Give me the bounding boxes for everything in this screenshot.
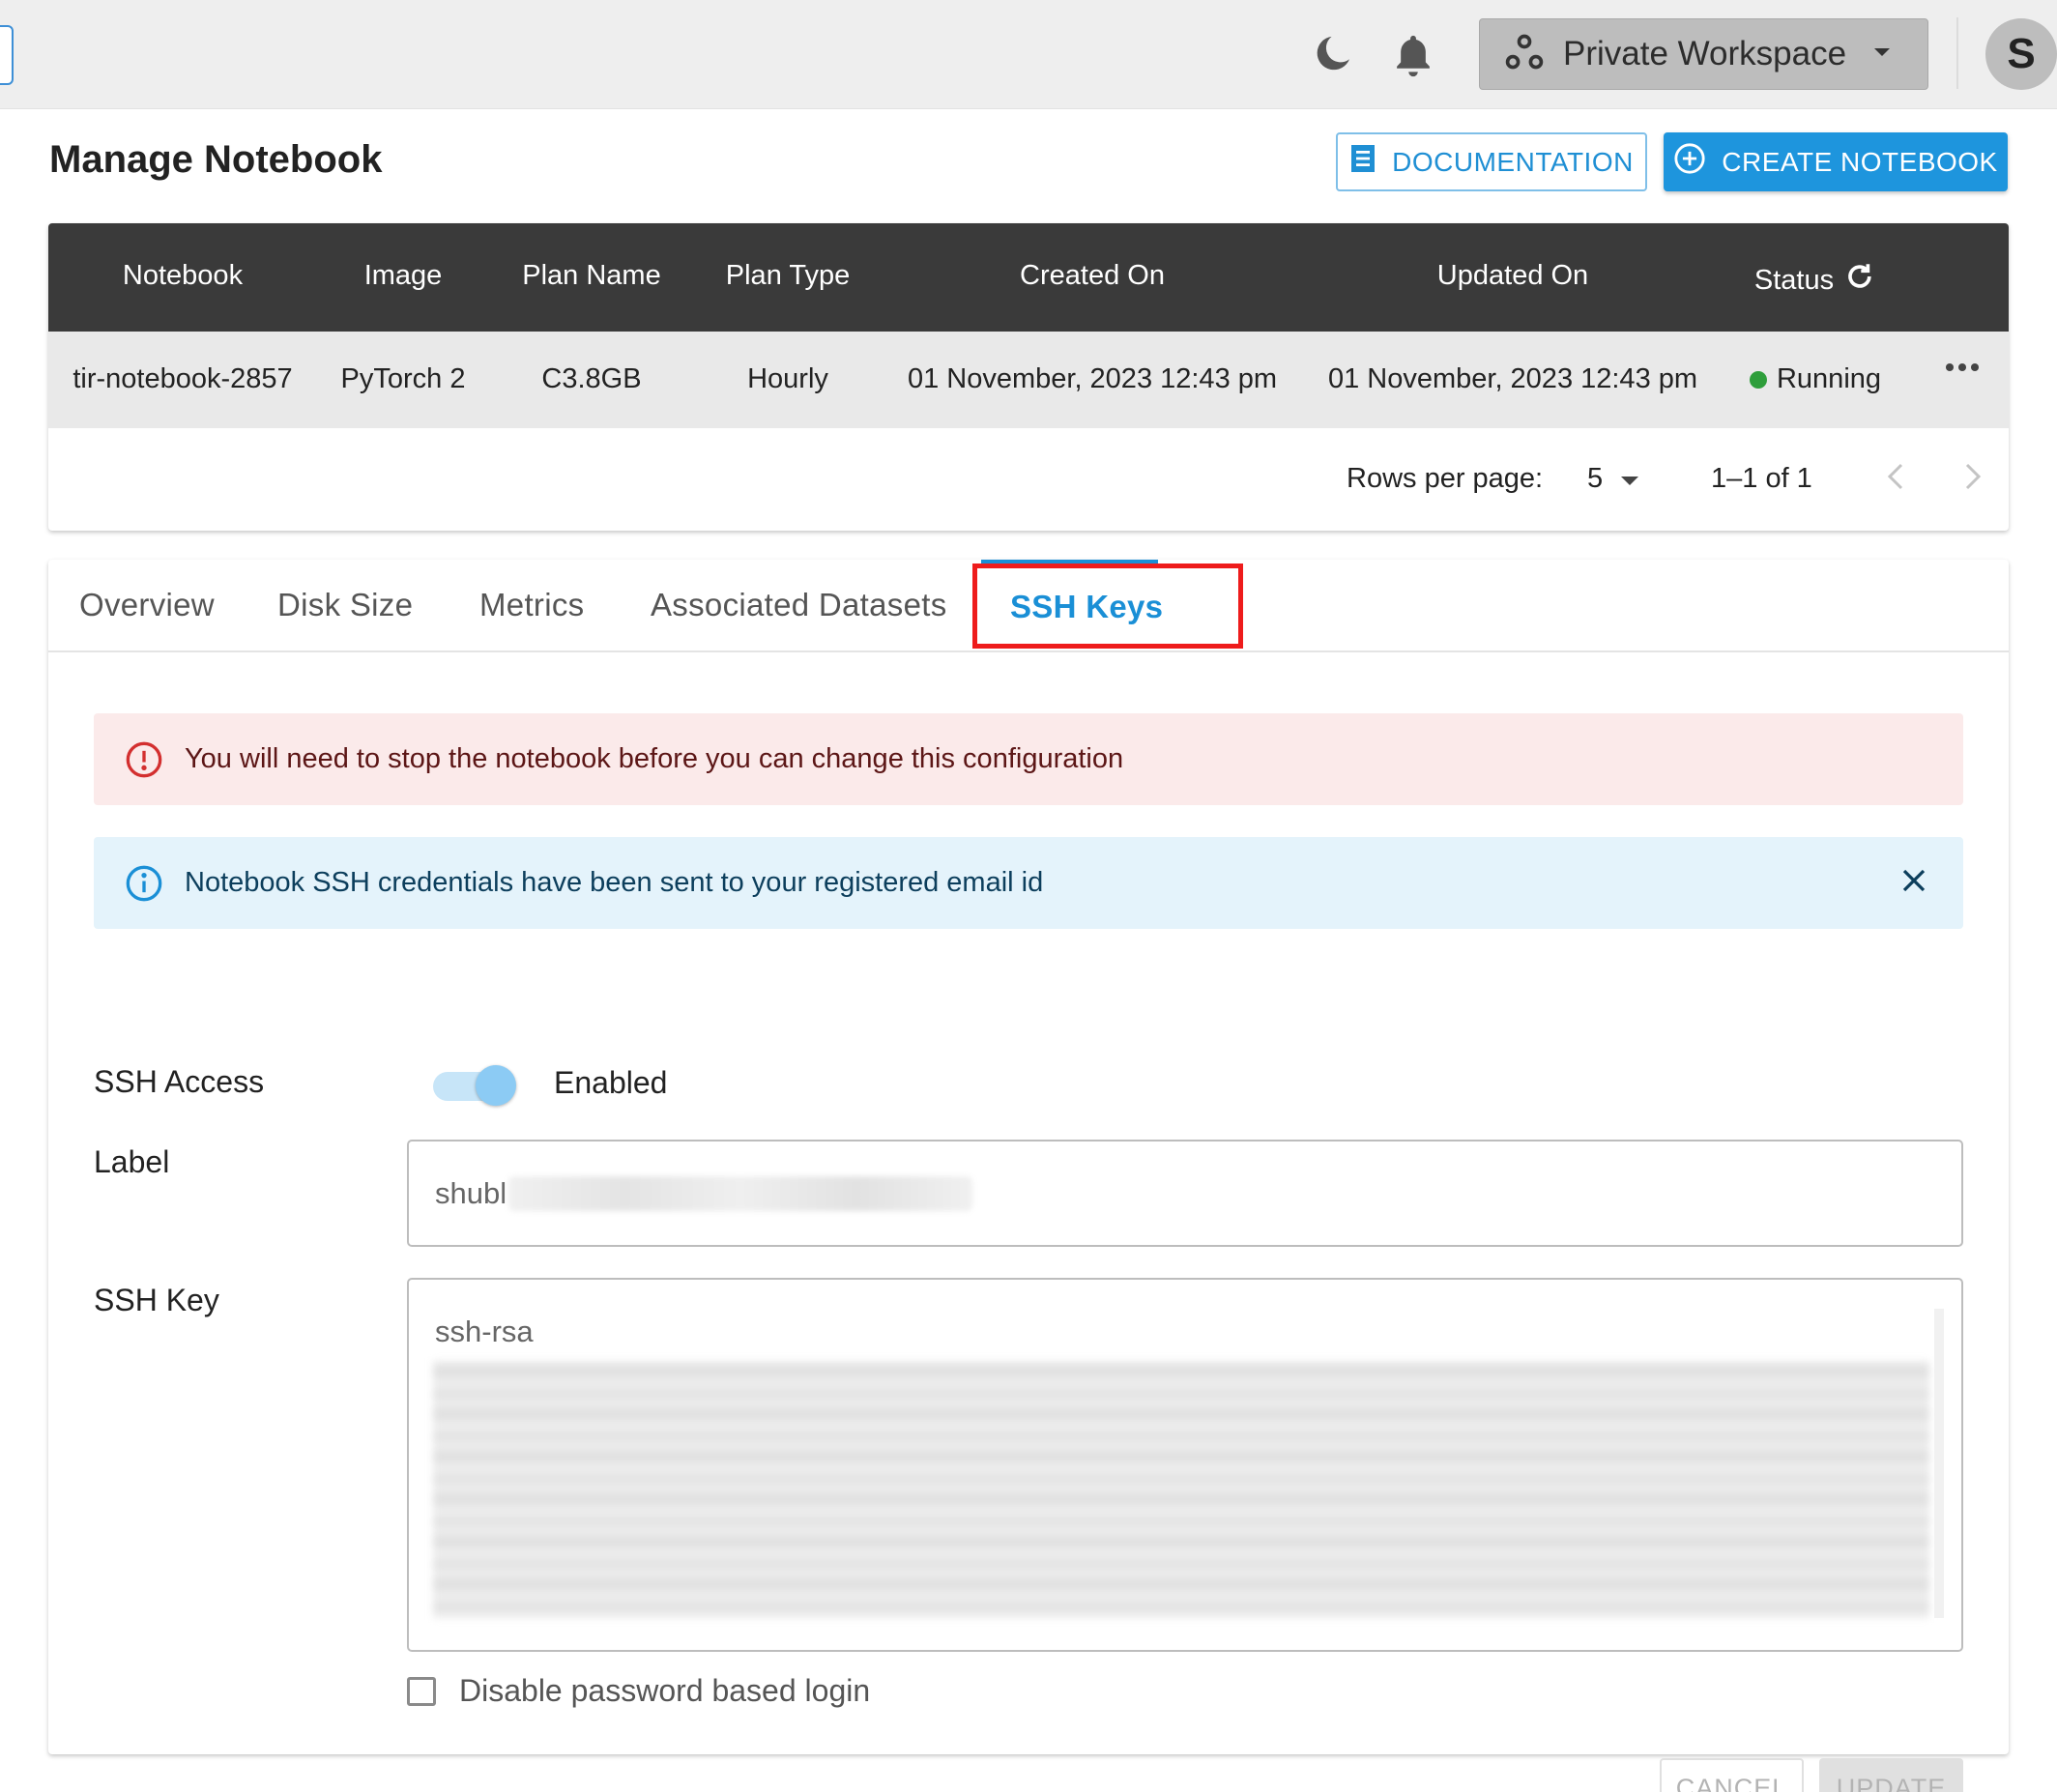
tab-metrics[interactable]: Metrics <box>479 587 584 623</box>
sidebar-toggle[interactable] <box>0 25 14 85</box>
column-header-notebook[interactable]: Notebook <box>123 260 243 292</box>
table-row[interactable]: tir-notebook-2857 PyTorch 2 C3.8GB Hourl… <box>48 332 2009 428</box>
ssh-key-label: SSH Key <box>94 1283 219 1317</box>
tab-bar: Overview Disk Size Metrics Associated Da… <box>48 560 2009 652</box>
column-header-updated-on[interactable]: Updated On <box>1437 260 1588 292</box>
ssh-access-toggle[interactable] <box>427 1060 524 1109</box>
column-header-plan-type[interactable]: Plan Type <box>726 260 850 292</box>
cell-notebook: tir-notebook-2857 <box>72 363 293 394</box>
cell-plan-type: Hourly <box>747 363 828 394</box>
textarea-scrollbar[interactable] <box>1934 1309 1944 1618</box>
info-outline-icon <box>125 864 163 903</box>
documentation-button[interactable]: DOCUMENTATION <box>1336 132 1647 191</box>
plus-circle-icon <box>1673 142 1706 182</box>
disable-password-label: Disable password based login <box>459 1673 871 1708</box>
next-page-icon[interactable] <box>1962 459 1984 499</box>
close-icon[interactable] <box>1899 866 1928 903</box>
cancel-button[interactable]: CANCEL <box>1660 1758 1804 1792</box>
error-outline-icon <box>125 740 163 779</box>
redacted-key <box>433 1361 1929 1618</box>
cell-plan-name: C3.8GB <box>541 363 642 394</box>
pagination-range: 1–1 of 1 <box>1711 463 1812 494</box>
previous-page-icon[interactable] <box>1885 459 1906 499</box>
create-notebook-button[interactable]: CREATE NOTEBOOK <box>1664 132 2008 191</box>
label-input-value: shubl <box>435 1175 507 1210</box>
ssh-key-textarea[interactable]: ssh-rsa <box>407 1278 1963 1652</box>
workspace-nodes-icon <box>1503 31 1546 78</box>
main-content: Manage Notebook DOCUMENTATION CREATE NOT… <box>0 109 2057 1792</box>
label-input[interactable]: shubl <box>407 1140 1963 1247</box>
page-title: Manage Notebook <box>49 138 383 181</box>
update-button[interactable]: UPDATE <box>1819 1758 1963 1792</box>
tab-disk-size[interactable]: Disk Size <box>277 587 413 623</box>
ssh-access-state: Enabled <box>554 1065 668 1100</box>
tab-overview[interactable]: Overview <box>79 587 215 623</box>
table-header: Notebook Image Plan Name Plan Type Creat… <box>48 223 2009 332</box>
more-actions-icon[interactable] <box>1945 361 1980 378</box>
caret-down-icon <box>1873 45 1891 63</box>
bell-icon[interactable] <box>1387 29 1439 81</box>
tab-associated-datasets[interactable]: Associated Datasets <box>651 587 947 623</box>
page: Private Workspace S Manage Notebook DOCU… <box>0 0 2057 1792</box>
avatar[interactable]: S <box>1985 18 2057 90</box>
documentation-label: DOCUMENTATION <box>1392 146 1634 177</box>
redacted-text <box>508 1175 973 1211</box>
ssh-access-label: SSH Access <box>94 1064 265 1099</box>
info-alert-text: Notebook SSH credentials have been sent … <box>185 867 1044 898</box>
caret-down-icon <box>1620 463 1639 495</box>
document-icon <box>1349 143 1376 181</box>
disable-password-checkbox[interactable] <box>407 1676 436 1706</box>
column-header-image[interactable]: Image <box>364 260 443 292</box>
column-header-created-on[interactable]: Created On <box>1020 260 1165 292</box>
workspace-selector[interactable]: Private Workspace <box>1479 18 1928 90</box>
error-alert-text: You will need to stop the notebook befor… <box>185 743 1124 774</box>
status-label: Running <box>1776 363 1882 394</box>
cell-image: PyTorch 2 <box>340 363 466 394</box>
notebook-table: Notebook Image Plan Name Plan Type Creat… <box>48 223 2009 531</box>
refresh-icon[interactable] <box>1843 260 1876 301</box>
rows-per-page-select[interactable]: 5 <box>1587 463 1639 495</box>
highlight-box <box>972 564 1243 649</box>
info-alert: Notebook SSH credentials have been sent … <box>94 837 1963 929</box>
cell-status: Running <box>1749 363 1882 395</box>
disable-password-checkbox-row[interactable]: Disable password based login <box>407 1673 870 1709</box>
top-bar: Private Workspace S <box>0 0 2057 109</box>
column-header-status[interactable]: Status <box>1754 260 1876 301</box>
create-notebook-label: CREATE NOTEBOOK <box>1722 146 1998 177</box>
moon-icon[interactable] <box>1305 29 1357 81</box>
cell-updated-on: 01 November, 2023 12:43 pm <box>1327 363 1698 394</box>
divider <box>1956 17 1958 89</box>
label-field-label: Label <box>94 1144 170 1179</box>
pagination: Rows per page: 5 1–1 of 1 <box>48 428 2009 531</box>
column-header-plan-name[interactable]: Plan Name <box>522 260 660 292</box>
workspace-label: Private Workspace <box>1563 35 1847 72</box>
status-dot-icon <box>1749 371 1767 390</box>
notebook-details: Overview Disk Size Metrics Associated Da… <box>48 560 2009 1792</box>
cell-created-on: 01 November, 2023 12:43 pm <box>907 363 1278 394</box>
ssh-key-value: ssh-rsa <box>435 1315 534 1348</box>
error-alert: You will need to stop the notebook befor… <box>94 713 1963 805</box>
rows-per-page-label: Rows per page: <box>1347 463 1544 494</box>
